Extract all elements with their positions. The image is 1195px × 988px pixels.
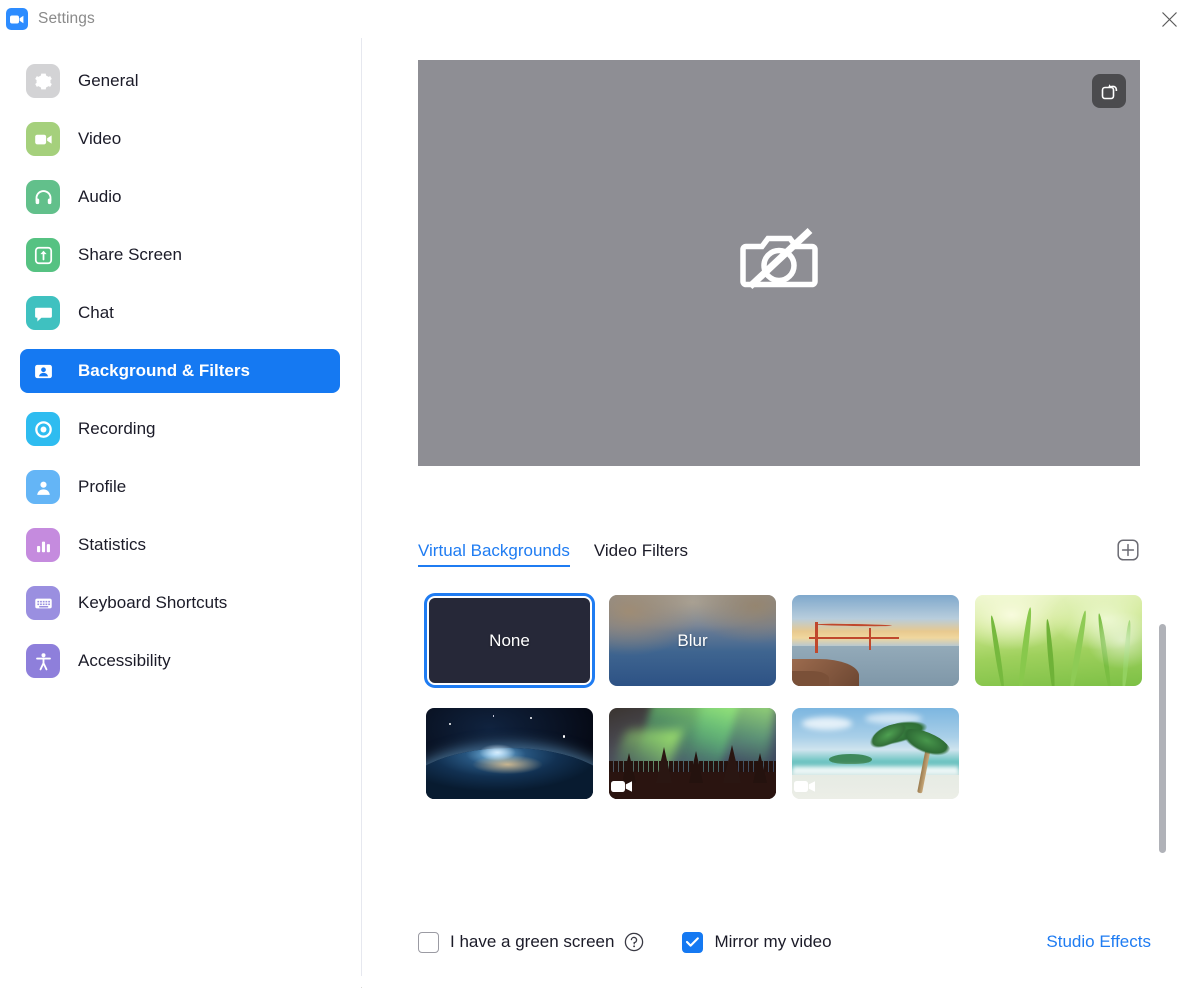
- plus-square-icon: [1116, 538, 1140, 562]
- sidebar-item-label: Background & Filters: [78, 361, 250, 381]
- close-icon: [1161, 11, 1178, 28]
- mirror-video-label: Mirror my video: [714, 932, 831, 952]
- close-button[interactable]: [1143, 0, 1195, 38]
- thumbnail-label: None: [489, 631, 530, 651]
- sidebar-item-label: Keyboard Shortcuts: [78, 593, 227, 613]
- background-thumbnail-golden-gate-bridge[interactable]: [784, 592, 967, 689]
- sidebar-item-recording[interactable]: Recording: [20, 407, 340, 451]
- add-background-button[interactable]: [1116, 538, 1140, 562]
- thumbnail-image: None: [427, 596, 592, 685]
- background-thumbnail-none[interactable]: None: [418, 592, 601, 689]
- main-panel: Virtual Backgrounds Video Filters None Blu…: [362, 38, 1195, 988]
- video-camera-icon: [26, 122, 60, 156]
- tab-video-filters[interactable]: Video Filters: [594, 541, 688, 567]
- person-icon: [26, 470, 60, 504]
- mirror-video-checkbox-group[interactable]: Mirror my video: [682, 932, 831, 953]
- sidebar-item-statistics[interactable]: Statistics: [20, 523, 340, 567]
- sidebar-item-video[interactable]: Video: [20, 117, 340, 161]
- checkmark-icon: [686, 937, 699, 947]
- sidebar-item-label: Recording: [78, 419, 156, 439]
- keyboard-icon: [26, 586, 60, 620]
- background-thumbnail-aurora-borealis[interactable]: [601, 705, 784, 802]
- video-badge-icon: [794, 779, 816, 794]
- help-circle-icon[interactable]: [624, 932, 644, 952]
- sidebar-item-label: General: [78, 71, 138, 91]
- title-bar-left: Settings: [0, 8, 95, 30]
- sidebar-item-label: Chat: [78, 303, 114, 323]
- green-screen-checkbox-group[interactable]: I have a green screen: [418, 932, 614, 953]
- thumbnail-image: [609, 708, 776, 799]
- green-screen-checkbox[interactable]: [418, 932, 439, 953]
- tabs-row: Virtual Backgrounds Video Filters: [418, 534, 1140, 574]
- gear-icon: [26, 64, 60, 98]
- backgrounds-scrollbar[interactable]: [1159, 624, 1166, 853]
- studio-effects-link[interactable]: Studio Effects: [1046, 932, 1151, 952]
- sidebar-item-label: Accessibility: [78, 651, 171, 671]
- camera-off-icon: [736, 225, 822, 302]
- sidebar-item-background-filters[interactable]: Background & Filters: [20, 349, 340, 393]
- sidebar-item-chat[interactable]: Chat: [20, 291, 340, 335]
- zoom-camera-logo-icon: [6, 8, 28, 30]
- settings-window: Settings General Video Audio Share Screen Ch…: [0, 0, 1195, 988]
- background-thumbnail-blur[interactable]: Blur: [601, 592, 784, 689]
- mirror-video-checkbox[interactable]: [682, 932, 703, 953]
- window-title: Settings: [38, 10, 95, 28]
- video-badge-icon: [611, 779, 633, 794]
- sidebar-item-keyboard-shortcuts[interactable]: Keyboard Shortcuts: [20, 581, 340, 625]
- tab-virtual-backgrounds[interactable]: Virtual Backgrounds: [418, 541, 570, 567]
- green-screen-label: I have a green screen: [450, 932, 614, 952]
- backgrounds-grid: None Blur: [418, 592, 1150, 802]
- record-circle-icon: [26, 412, 60, 446]
- sidebar-item-profile[interactable]: Profile: [20, 465, 340, 509]
- headphones-icon: [26, 180, 60, 214]
- thumbnail-image: [975, 595, 1142, 686]
- thumbnail-image: Blur: [609, 595, 776, 686]
- sidebar-item-label: Audio: [78, 187, 121, 207]
- thumbnail-image: [792, 708, 959, 799]
- video-preview: [418, 60, 1140, 466]
- background-thumbnail-tropical-beach[interactable]: [784, 705, 967, 802]
- backgrounds-area: None Blur: [418, 592, 1158, 832]
- background-thumbnail-grass[interactable]: [967, 592, 1150, 689]
- sidebar-item-general[interactable]: General: [20, 59, 340, 103]
- sidebar-item-label: Profile: [78, 477, 126, 497]
- sidebar-item-label: Statistics: [78, 535, 146, 555]
- sidebar-item-share-screen[interactable]: Share Screen: [20, 233, 340, 277]
- options-row: I have a green screen Mirror my video St…: [418, 922, 1158, 962]
- share-screen-arrow-icon: [26, 238, 60, 272]
- sidebar-item-label: Share Screen: [78, 245, 182, 265]
- sidebar-item-label: Video: [78, 129, 121, 149]
- thumbnail-image: [792, 595, 959, 686]
- sidebar-item-audio[interactable]: Audio: [20, 175, 340, 219]
- person-card-icon: [26, 354, 60, 388]
- thumbnail-label: Blur: [677, 631, 707, 651]
- title-bar: Settings: [0, 0, 1195, 38]
- flip-camera-button[interactable]: [1092, 74, 1126, 108]
- sidebar: General Video Audio Share Screen Chat Backgro…: [0, 38, 361, 988]
- accessibility-icon: [26, 644, 60, 678]
- flip-camera-icon: [1100, 82, 1119, 101]
- background-thumbnail-earth-from-space[interactable]: [418, 705, 601, 802]
- bar-chart-icon: [26, 528, 60, 562]
- chat-bubble-icon: [26, 296, 60, 330]
- thumbnail-image: [426, 708, 593, 799]
- sidebar-item-accessibility[interactable]: Accessibility: [20, 639, 340, 683]
